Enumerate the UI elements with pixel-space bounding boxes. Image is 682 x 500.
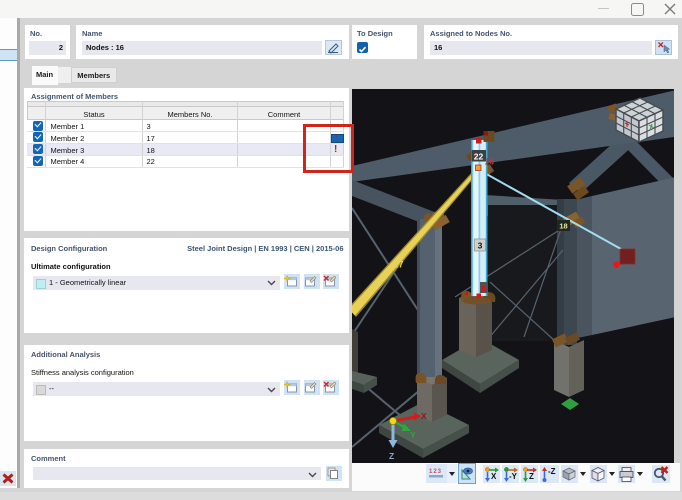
- svg-text:22: 22: [474, 152, 484, 162]
- svg-text:X: X: [421, 411, 427, 421]
- svg-text:-Y: -Y: [509, 472, 518, 481]
- svg-text:-Z: -Z: [548, 467, 556, 476]
- svg-text:Z: Z: [389, 451, 394, 461]
- svg-text:3: 3: [478, 241, 483, 251]
- svg-text:Y: Y: [410, 430, 416, 440]
- svg-text:123: 123: [429, 469, 442, 475]
- svg-text:18: 18: [559, 222, 567, 231]
- svg-text:17: 17: [394, 260, 404, 270]
- svg-text:8: 8: [481, 283, 486, 293]
- svg-text:16: 16: [485, 157, 495, 167]
- svg-text:X: X: [491, 472, 497, 481]
- svg-text:Z: Z: [529, 472, 534, 481]
